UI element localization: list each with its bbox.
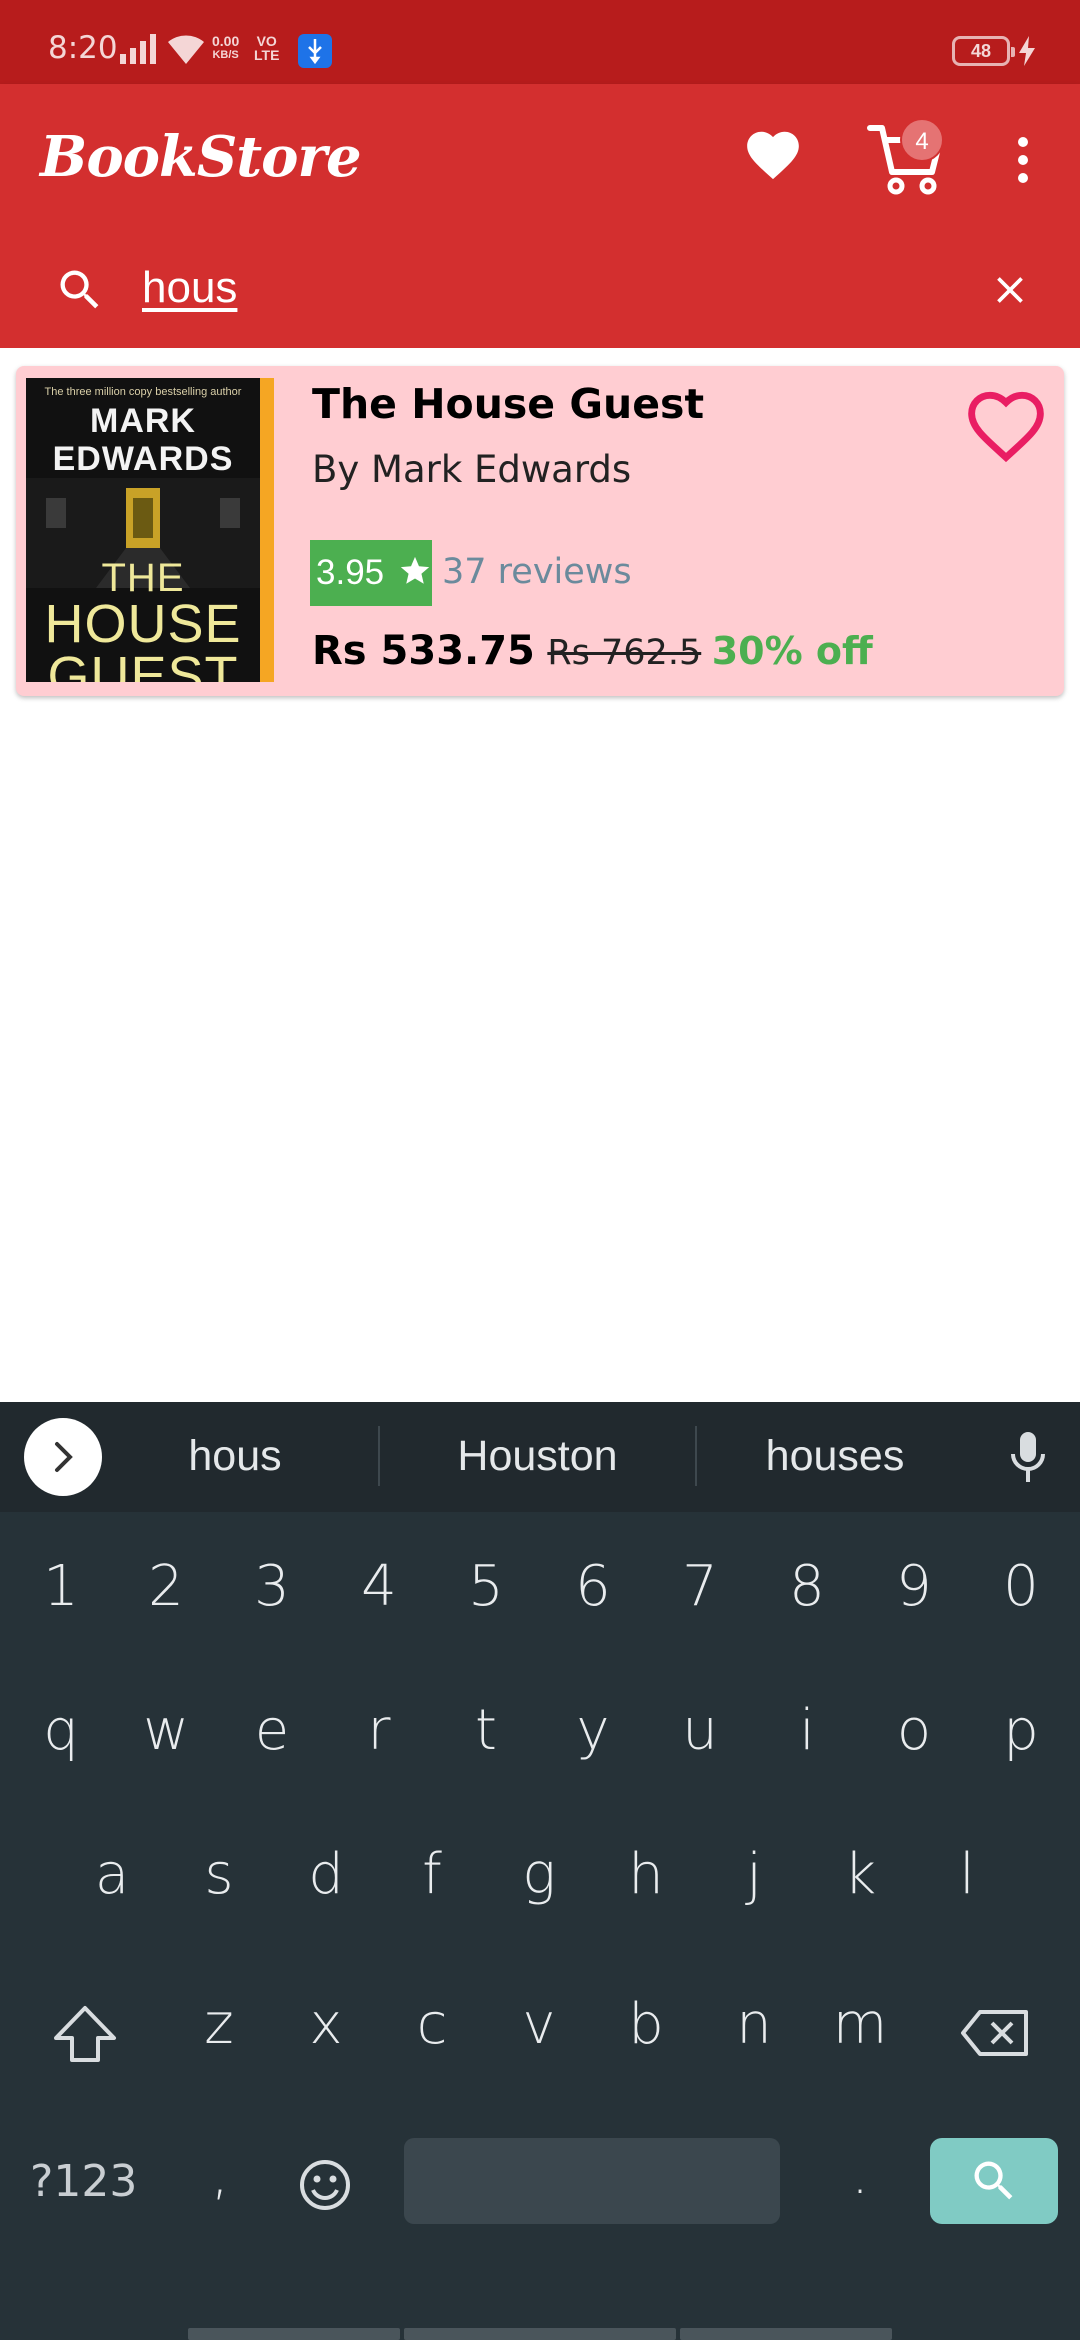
key-u[interactable]: u	[660, 1698, 740, 1763]
cover-tagline: The three million copy bestselling autho…	[44, 386, 242, 398]
nav-handle	[404, 2328, 676, 2340]
key-7[interactable]: 7	[660, 1554, 740, 1619]
nav-handle	[680, 2328, 892, 2340]
key-g[interactable]: g	[499, 1842, 579, 1907]
search-icon	[60, 270, 99, 309]
key-w[interactable]: w	[126, 1698, 206, 1763]
usb-icon	[298, 34, 332, 68]
close-icon[interactable]	[988, 268, 1032, 312]
key-b[interactable]: b	[606, 1992, 686, 2057]
wifi-icon	[168, 35, 204, 64]
app-bar: BookStore 4	[0, 84, 1080, 228]
status-bar: 8:20 0.00 KB/S VO LTE 48	[0, 0, 1080, 84]
shift-icon[interactable]	[50, 2002, 120, 2066]
rating-badge: 3.95	[310, 540, 432, 606]
search-icon	[974, 2161, 1013, 2200]
chevron-right-icon[interactable]	[24, 1418, 102, 1496]
original-price: Rs 762.5	[547, 633, 702, 673]
search-bar	[0, 228, 1080, 348]
key-v[interactable]: v	[499, 1992, 579, 2057]
nav-handle	[188, 2328, 400, 2340]
suggestion-3[interactable]: houses	[740, 1432, 930, 1481]
key-1[interactable]: 1	[21, 1554, 101, 1619]
symbols-key[interactable]: ?123	[30, 2156, 137, 2207]
battery-indicator: 48	[952, 36, 1015, 66]
suggestion-divider	[695, 1426, 697, 1486]
app-logo: BookStore	[40, 124, 362, 190]
key-e[interactable]: e	[232, 1698, 312, 1763]
key-5[interactable]: 5	[446, 1554, 526, 1619]
book-cover-image: The three million copy bestselling autho…	[26, 378, 274, 682]
network-speed: 0.00 KB/S	[212, 33, 240, 61]
charging-icon	[1019, 36, 1035, 66]
heart-icon[interactable]	[742, 124, 804, 186]
search-input[interactable]	[142, 258, 942, 318]
cover-spine	[260, 378, 274, 682]
heart-outline-icon[interactable]	[960, 380, 1052, 464]
key-z[interactable]: z	[179, 1992, 259, 2057]
book-result-card[interactable]: The three million copy bestselling autho…	[16, 366, 1064, 696]
suggestion-bar: hous Houston houses	[0, 1402, 1080, 1512]
status-time: 8:20	[48, 30, 118, 66]
key-j[interactable]: j	[714, 1842, 794, 1907]
discount-label: 30% off	[711, 629, 873, 673]
key-c[interactable]: c	[392, 1992, 472, 2057]
key-y[interactable]: y	[553, 1698, 633, 1763]
key-h[interactable]: h	[606, 1842, 686, 1907]
review-count: 37 reviews	[442, 552, 632, 592]
period-key[interactable]: .	[820, 2142, 900, 2207]
key-i[interactable]: i	[767, 1698, 847, 1763]
emoji-icon[interactable]	[298, 2158, 352, 2212]
key-6[interactable]: 6	[553, 1554, 633, 1619]
key-9[interactable]: 9	[874, 1554, 954, 1619]
key-n[interactable]: n	[714, 1992, 794, 2057]
rating-value: 3.95	[316, 553, 385, 592]
book-title: The House Guest	[312, 380, 705, 428]
current-price: Rs 533.75	[312, 628, 535, 674]
star-icon	[400, 556, 430, 584]
suggestion-2[interactable]: Houston	[420, 1432, 655, 1481]
space-key[interactable]	[404, 2138, 780, 2224]
cover-title: THE HOUSE GUEST	[44, 556, 242, 682]
backspace-icon[interactable]	[960, 2008, 1030, 2058]
cart-count-badge: 4	[900, 118, 944, 162]
key-p[interactable]: p	[981, 1698, 1061, 1763]
key-o[interactable]: o	[874, 1698, 954, 1763]
price-row: Rs 533.75 Rs 762.5 30% off	[312, 628, 873, 674]
keyboard-search-key[interactable]	[930, 2138, 1058, 2224]
suggestion-divider	[378, 1426, 380, 1486]
key-d[interactable]: d	[286, 1842, 366, 1907]
key-x[interactable]: x	[286, 1992, 366, 2057]
key-2[interactable]: 2	[126, 1554, 206, 1619]
key-f[interactable]: f	[392, 1842, 472, 1907]
key-8[interactable]: 8	[767, 1554, 847, 1619]
key-k[interactable]: k	[820, 1842, 900, 1907]
more-vert-icon[interactable]	[1010, 134, 1036, 186]
soft-keyboard: hous Houston houses 1 2 3 4 5 6 7 8 9 0 …	[0, 1402, 1080, 2340]
comma-key[interactable]: ,	[180, 2142, 260, 2207]
key-m[interactable]: m	[820, 1992, 900, 2057]
key-s[interactable]: s	[179, 1842, 259, 1907]
book-author: By Mark Edwards	[312, 448, 632, 491]
cover-author: MARK EDWARDS	[52, 402, 234, 478]
key-3[interactable]: 3	[232, 1554, 312, 1619]
key-t[interactable]: t	[446, 1698, 526, 1763]
volte-indicator: VO LTE	[254, 33, 280, 63]
key-q[interactable]: q	[21, 1698, 101, 1763]
key-0[interactable]: 0	[981, 1554, 1061, 1619]
mic-icon[interactable]	[1008, 1430, 1048, 1486]
key-4[interactable]: 4	[339, 1554, 419, 1619]
key-r[interactable]: r	[339, 1698, 419, 1763]
key-l[interactable]: l	[927, 1842, 1007, 1907]
signal-icon	[120, 34, 156, 64]
suggestion-1[interactable]: hous	[150, 1432, 320, 1481]
key-a[interactable]: a	[72, 1842, 152, 1907]
